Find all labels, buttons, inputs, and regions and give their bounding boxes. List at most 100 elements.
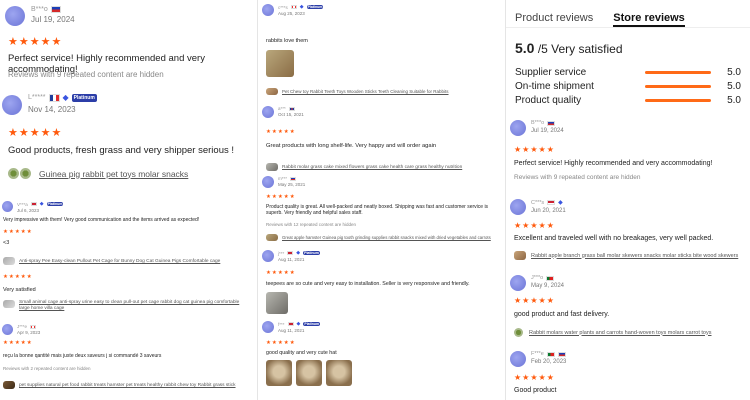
platinum-badge: Platinum <box>303 251 320 255</box>
reviewer-name: C***s <box>531 199 545 206</box>
product-thumbnail <box>266 163 278 171</box>
avatar <box>510 120 526 136</box>
star-rating: ★★★★★ <box>514 296 555 305</box>
review-text: Product quality is great. All well-packe… <box>266 204 489 216</box>
review-date: May 25, 2021 <box>278 182 306 187</box>
review-date: May 9, 2024 <box>531 283 565 289</box>
review-column-middle: c***s ◆ Platinum Aug 25, 2023 rabbits love… <box>258 0 506 400</box>
flag-icon <box>50 6 61 13</box>
flag-icon <box>287 322 294 326</box>
product-link[interactable]: Small animal cage anti-spray urine easy … <box>3 300 255 312</box>
reviewer-name: B***o <box>31 6 48 13</box>
product-link[interactable]: Great apple hamster Guinea pig tooth gri… <box>266 234 491 241</box>
hidden-reviews-note[interactable]: Reviews with 12 repeated content are hid… <box>266 222 356 227</box>
avatar <box>510 275 526 291</box>
hidden-reviews-note[interactable]: Reviews with 2 repeated content are hidd… <box>3 366 91 371</box>
avatar <box>262 250 274 262</box>
product-name[interactable]: Pet Chew toy Rabbit Teeth Toys Wooden St… <box>282 89 449 94</box>
rating-label: Product quality <box>515 94 582 106</box>
tab-product-reviews[interactable]: Product reviews <box>515 12 593 27</box>
rating-row: Supplier service 5.0 <box>506 65 750 79</box>
product-thumbnail <box>514 328 523 337</box>
review-photo[interactable] <box>296 360 322 386</box>
product-thumbnail <box>8 168 19 179</box>
product-link[interactable]: pet supplies natural pet food rabbit tre… <box>3 381 236 389</box>
platinum-badge: Platinum <box>46 202 64 206</box>
product-name[interactable]: pet supplies natural pet food rabbit tre… <box>19 383 236 388</box>
product-name[interactable]: Great apple hamster Guinea pig tooth gri… <box>282 235 491 240</box>
review-header: L***** ◆ Platinum Nov 14, 2023 <box>2 93 97 115</box>
star-rating: ★★★★★ <box>3 340 33 346</box>
diamond-icon: ◆ <box>62 93 69 102</box>
review-text: Perfect service! Highly recommended and … <box>514 160 713 167</box>
review-photo[interactable] <box>326 360 352 386</box>
product-name[interactable]: Rabbit molars water plants and carrots h… <box>529 330 712 336</box>
review-date: Jul 6, 2023 <box>17 208 40 213</box>
review-text: Excellent and traveled well with no brea… <box>514 235 714 242</box>
review-date: Feb 20, 2023 <box>531 359 567 365</box>
store-reviews-panel: Product reviews Store reviews 5.0 /5 Ver… <box>506 0 750 400</box>
avatar <box>262 106 274 118</box>
avatar <box>5 6 25 26</box>
review-photo[interactable] <box>266 292 288 314</box>
product-name[interactable]: Guinea pig rabbit pet toys molar snacks <box>39 169 188 179</box>
star-rating: ★★★★★ <box>514 221 555 230</box>
product-thumbnail <box>514 251 526 260</box>
reviewer-name: J***o <box>531 275 544 281</box>
flag-icon <box>546 275 555 281</box>
review-text: good product and fast delivery. <box>514 311 610 318</box>
flag-icon <box>290 176 297 181</box>
product-thumbnail <box>266 88 278 95</box>
hidden-reviews-note[interactable]: Reviews with 9 repeated content are hidd… <box>8 70 164 79</box>
review-header: J***o May 9, 2024 <box>510 275 564 291</box>
platinum-badge: Platinum <box>303 322 321 326</box>
avatar <box>510 351 526 367</box>
platinum-badge: Platinum <box>71 93 97 102</box>
diamond-icon: ◆ <box>558 200 563 206</box>
product-name[interactable]: Anti-spray Pee Easy-clean Pullout Pet Ca… <box>19 259 220 264</box>
store-score-value: 5.0 <box>515 40 535 56</box>
diamond-icon: ◆ <box>299 4 304 10</box>
flag-icon <box>288 106 295 111</box>
tab-store-reviews[interactable]: Store reviews <box>613 12 685 27</box>
product-link[interactable]: Anti-spray Pee Easy-clean Pullout Pet Ca… <box>3 257 220 265</box>
reviewer-name: j*** <box>278 250 285 256</box>
review-date: Jul 19, 2024 <box>31 15 75 24</box>
review-text: rabbits love them <box>266 38 308 44</box>
star-rating: ★★★★★ <box>266 129 296 135</box>
store-score-suffix: /5 Very satisfied <box>537 42 623 56</box>
product-link[interactable]: Pet Chew toy Rabbit Teeth Toys Wooden St… <box>266 88 449 95</box>
product-thumbnail <box>3 257 15 265</box>
product-name[interactable]: Rabbit molar grass cake mixed flowers gr… <box>282 165 462 170</box>
review-text: Good product <box>514 387 557 394</box>
product-name[interactable]: Rabbit apple branch grass ball molar ske… <box>531 253 738 259</box>
star-rating: ★★★★★ <box>514 145 555 154</box>
review-header: J***e Apr 9, 2023 <box>2 324 40 335</box>
review-text: good quality and very cute hat <box>266 350 337 356</box>
flag-icon <box>546 351 555 357</box>
star-rating: ★★★★★ <box>514 373 555 382</box>
rating-bar <box>645 84 711 88</box>
review-photo[interactable] <box>266 50 294 77</box>
hidden-reviews-note[interactable]: Reviews with 9 repeated content are hidd… <box>514 174 640 181</box>
product-thumbnail <box>20 168 31 179</box>
product-link[interactable]: Rabbit apple branch grass ball molar ske… <box>514 251 738 260</box>
review-text: teepees are so cute and very easy to ins… <box>266 281 470 287</box>
rating-value: 5.0 <box>727 94 741 106</box>
star-rating: ★★★★★ <box>8 127 63 139</box>
rating-breakdown: Supplier service 5.0 On-time shipment 5.… <box>506 65 750 107</box>
reviewer-name: c***s <box>278 4 288 10</box>
product-link[interactable]: Rabbit molar grass cake mixed flowers gr… <box>266 163 462 171</box>
review-date: Aug 11, 2021 <box>278 328 305 333</box>
star-rating: ★★★★★ <box>3 274 33 280</box>
review-text: Very satisfied <box>3 287 36 293</box>
avatar <box>2 95 22 115</box>
avatar <box>2 324 13 335</box>
star-rating: ★★★★★ <box>266 194 296 200</box>
product-link[interactable]: Rabbit molars water plants and carrots h… <box>514 328 712 337</box>
avatar <box>262 4 274 16</box>
flag-icon <box>48 93 60 102</box>
review-photo[interactable] <box>266 360 292 386</box>
product-name[interactable]: Small animal cage anti-spray urine easy … <box>19 300 251 312</box>
product-link[interactable]: Guinea pig rabbit pet toys molar snacks <box>8 168 188 179</box>
